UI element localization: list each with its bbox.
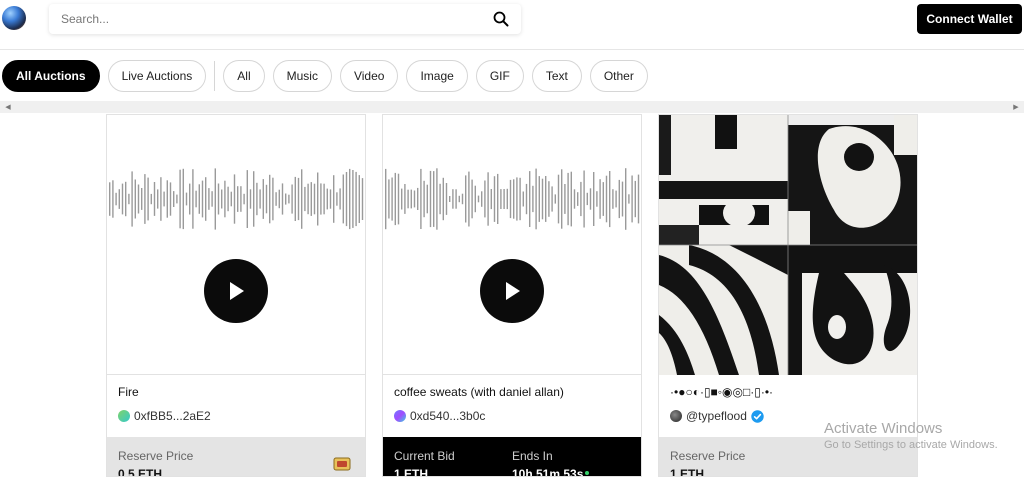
filter-gif[interactable]: GIF bbox=[475, 60, 524, 92]
card-media bbox=[659, 115, 917, 375]
current-bid-value: 1 ETH bbox=[394, 467, 429, 477]
scroll-right-icon[interactable]: ▶ bbox=[1010, 101, 1022, 113]
play-button[interactable] bbox=[480, 259, 544, 323]
reserve-price-label: Reserve Price bbox=[670, 449, 746, 463]
reserve-price-value: 0.5 ETH bbox=[118, 467, 163, 477]
connect-wallet-button[interactable]: Connect Wallet bbox=[917, 4, 1022, 34]
current-bid-label: Current Bid bbox=[394, 449, 455, 463]
filter-video[interactable]: Video bbox=[339, 60, 399, 92]
owner-avatar bbox=[670, 410, 682, 422]
auction-card[interactable]: coffee sweats (with daniel allan) 0xd540… bbox=[382, 114, 642, 477]
filter-all-auctions[interactable]: All Auctions bbox=[2, 60, 100, 92]
card-footer: Reserve Price 0.5 ETH bbox=[107, 437, 365, 477]
search-icon[interactable] bbox=[493, 11, 509, 27]
waveform-icon bbox=[385, 168, 640, 230]
live-dot-icon bbox=[585, 471, 589, 475]
owner-handle: @typeflood bbox=[686, 409, 747, 423]
owner-address: 0xd540...3b0c bbox=[410, 409, 486, 423]
filter-image[interactable]: Image bbox=[406, 60, 468, 92]
card-owner[interactable]: @typeflood bbox=[670, 409, 764, 423]
card-title[interactable]: coffee sweats (with daniel allan) bbox=[394, 385, 564, 399]
reserve-price-value: 1 ETH bbox=[670, 467, 705, 477]
card-owner[interactable]: 0xfBB5...2aE2 bbox=[118, 409, 211, 423]
play-icon bbox=[230, 282, 244, 300]
filter-music[interactable]: Music bbox=[272, 60, 332, 92]
card-footer: Current Bid 1 ETH Ends In 10h 51m 53s bbox=[383, 437, 641, 477]
card-media bbox=[383, 115, 641, 375]
card-title[interactable]: ·•●○◐·▯■◦◉◎□·▯·•· bbox=[670, 385, 773, 399]
ends-in-value: 10h 51m 53s bbox=[512, 467, 584, 477]
filter-bar: All Auctions Live Auctions All Music Vid… bbox=[0, 60, 648, 92]
windows-activation-subtitle: Go to Settings to activate Windows. bbox=[824, 439, 998, 451]
scroll-left-icon[interactable]: ◀ bbox=[2, 101, 14, 113]
waveform-icon bbox=[109, 168, 364, 230]
owner-address: 0xfBB5...2aE2 bbox=[134, 409, 211, 423]
ends-in-label: Ends In bbox=[512, 449, 553, 463]
horizontal-scrollbar[interactable]: ◀ ▶ bbox=[0, 101, 1024, 113]
card-title[interactable]: Fire bbox=[118, 385, 139, 399]
reserve-price-label: Reserve Price bbox=[118, 449, 194, 463]
filter-text[interactable]: Text bbox=[531, 60, 582, 92]
owner-avatar bbox=[394, 410, 406, 422]
auction-card[interactable]: Fire 0xfBB5...2aE2 Reserve Price 0.5 ETH bbox=[106, 114, 366, 477]
currency-badge-icon bbox=[333, 457, 351, 471]
filter-all[interactable]: All bbox=[223, 60, 265, 92]
play-icon bbox=[506, 282, 520, 300]
filter-other[interactable]: Other bbox=[589, 60, 648, 92]
windows-activation-title: Activate Windows bbox=[824, 420, 943, 437]
play-button[interactable] bbox=[204, 259, 268, 323]
top-bar: Connect Wallet bbox=[0, 0, 1024, 50]
verified-badge-icon bbox=[751, 409, 764, 423]
filter-live-auctions[interactable]: Live Auctions bbox=[107, 60, 207, 92]
search-bar[interactable] bbox=[49, 4, 521, 34]
logo-globe-icon[interactable] bbox=[2, 6, 26, 30]
artwork-image[interactable] bbox=[659, 115, 917, 375]
search-input[interactable] bbox=[61, 12, 493, 26]
card-media bbox=[107, 115, 365, 375]
owner-avatar bbox=[118, 410, 130, 422]
filter-divider bbox=[214, 61, 216, 91]
card-owner[interactable]: 0xd540...3b0c bbox=[394, 409, 485, 423]
